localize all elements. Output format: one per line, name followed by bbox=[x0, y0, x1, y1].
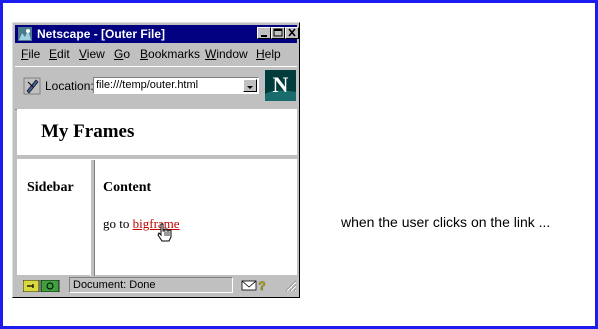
menu-edit[interactable]: Edit bbox=[49, 47, 70, 61]
close-button[interactable] bbox=[285, 27, 299, 39]
minimize-button[interactable] bbox=[257, 27, 271, 39]
menu-view[interactable]: View bbox=[79, 47, 105, 61]
menu-help[interactable]: Help bbox=[256, 47, 281, 61]
sidebar-frame: Sidebar bbox=[17, 160, 89, 276]
menu-file[interactable]: File bbox=[21, 47, 40, 61]
slide-caption: when the user clicks on the link ... bbox=[341, 214, 551, 230]
status-text: Document: Done bbox=[73, 279, 156, 291]
menu-go[interactable]: Go bbox=[114, 47, 130, 61]
location-dropdown-button[interactable] bbox=[243, 79, 257, 92]
location-label: Location: bbox=[45, 79, 94, 93]
location-input[interactable]: file:///temp/outer.html bbox=[93, 77, 259, 94]
sidebar-heading: Sidebar bbox=[27, 180, 74, 195]
window-title: Netscape - [Outer File] bbox=[37, 27, 166, 41]
menu-bookmarks[interactable]: Bookmarks bbox=[140, 47, 200, 61]
mail-icon[interactable]: ? bbox=[241, 279, 269, 292]
svg-text:?: ? bbox=[258, 279, 265, 292]
bookmark-icon[interactable] bbox=[23, 77, 41, 95]
top-frame: My Frames bbox=[17, 109, 297, 159]
svg-text:N: N bbox=[273, 72, 289, 97]
netscape-app-icon bbox=[18, 27, 32, 41]
netscape-logo-icon: N bbox=[265, 70, 296, 101]
content-frame: Content go to bigframe bbox=[95, 160, 297, 276]
status-text-panel: Document: Done bbox=[69, 277, 233, 293]
location-toolbar: Location: file:///temp/outer.html N bbox=[15, 66, 297, 110]
resize-grip-icon[interactable] bbox=[285, 280, 297, 292]
link-prefix: go to bbox=[103, 216, 133, 231]
netscape-window: Netscape - [Outer File] File Edit View G… bbox=[12, 22, 300, 298]
hand-cursor-icon bbox=[157, 223, 172, 242]
status-bar: Document: Done ? bbox=[15, 277, 297, 295]
menu-window[interactable]: Window bbox=[205, 47, 248, 61]
top-frame-title: My Frames bbox=[41, 121, 135, 142]
title-bar[interactable]: Netscape - [Outer File] bbox=[15, 25, 299, 43]
menu-bar: File Edit View Go Bookmarks Window Help bbox=[15, 44, 297, 64]
location-url: file:///temp/outer.html bbox=[96, 79, 199, 91]
maximize-button[interactable] bbox=[271, 27, 285, 39]
chevron-down-icon bbox=[247, 86, 253, 89]
content-heading: Content bbox=[103, 180, 152, 195]
frameset-view: My Frames Sidebar Content go to bigframe bbox=[17, 109, 297, 276]
security-key-icon[interactable] bbox=[23, 280, 61, 292]
